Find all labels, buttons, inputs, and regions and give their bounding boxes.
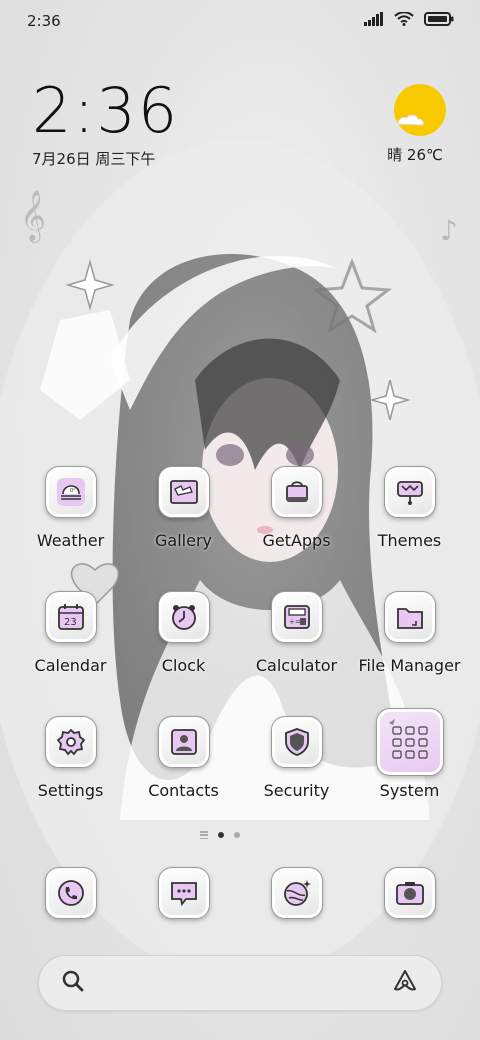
clock-widget[interactable]: 2:36 7月26日 周三下午 bbox=[32, 76, 179, 169]
app-label: GetApps bbox=[262, 531, 331, 550]
page-indicator[interactable] bbox=[200, 829, 280, 841]
contacts-icon bbox=[157, 716, 210, 768]
app-label: System bbox=[379, 781, 440, 800]
status-icons bbox=[364, 12, 454, 26]
app-label: Weather bbox=[36, 531, 105, 550]
gallery-icon bbox=[157, 466, 210, 518]
gear-icon bbox=[44, 716, 97, 768]
page-indicator-menu-icon bbox=[200, 831, 208, 839]
shield-icon bbox=[270, 716, 323, 768]
app-contacts[interactable]: Contacts bbox=[127, 716, 240, 841]
dock-messages[interactable] bbox=[127, 867, 240, 919]
camera-icon bbox=[383, 867, 436, 919]
weather-text: 晴 26℃ bbox=[387, 146, 443, 164]
app-calculator[interactable]: += Calculator bbox=[240, 591, 353, 716]
app-calendar[interactable]: 23 Calendar bbox=[14, 591, 127, 716]
app-label: Contacts bbox=[148, 781, 219, 800]
dock-camera[interactable] bbox=[353, 867, 466, 919]
app-label: Security bbox=[263, 781, 330, 800]
app-file-manager[interactable]: File Manager bbox=[353, 591, 466, 716]
folder-icon bbox=[383, 591, 436, 643]
svg-text:♪: ♪ bbox=[440, 214, 458, 247]
app-grid: 0° Weather Gallery GetApps Themes 23 Cal… bbox=[14, 466, 466, 841]
app-weather[interactable]: 0° Weather bbox=[14, 466, 127, 591]
app-label: Clock bbox=[161, 656, 206, 675]
status-time: 2:36 bbox=[27, 12, 61, 30]
app-themes[interactable]: Themes bbox=[353, 466, 466, 591]
clock-date: 7月26日 周三下午 bbox=[32, 150, 156, 168]
app-label: Calculator bbox=[255, 656, 338, 675]
calendar-icon: 23 bbox=[44, 591, 97, 643]
status-bar: 2:36 bbox=[0, 0, 480, 44]
calendar-day: 23 bbox=[64, 617, 77, 628]
calculator-icon: += bbox=[270, 591, 323, 643]
app-security[interactable]: Security bbox=[240, 716, 353, 841]
app-gallery[interactable]: Gallery bbox=[127, 466, 240, 591]
app-getapps[interactable]: GetApps bbox=[240, 466, 353, 591]
battery-icon bbox=[424, 12, 454, 26]
app-label: File Manager bbox=[358, 656, 461, 675]
app-label: Gallery bbox=[155, 531, 212, 550]
app-label: Calendar bbox=[34, 656, 107, 675]
themes-icon bbox=[383, 466, 436, 518]
search-icon[interactable] bbox=[61, 969, 85, 997]
getapps-icon bbox=[270, 466, 323, 518]
sun-cloud-icon bbox=[394, 84, 446, 136]
page-dot bbox=[234, 832, 240, 838]
phone-icon bbox=[44, 867, 97, 919]
svg-text:+=: += bbox=[289, 618, 301, 626]
clock-time: 2:36 bbox=[32, 74, 180, 147]
wifi-icon bbox=[394, 12, 414, 26]
assistant-icon[interactable] bbox=[391, 967, 419, 999]
clock-icon bbox=[157, 591, 210, 643]
svg-text:𝄞: 𝄞 bbox=[20, 190, 46, 243]
app-settings[interactable]: Settings bbox=[14, 716, 127, 841]
dock-browser[interactable] bbox=[240, 867, 353, 919]
weather-widget[interactable]: 晴 26℃ bbox=[387, 84, 450, 165]
svg-text:0°: 0° bbox=[70, 488, 76, 494]
signal-icon bbox=[364, 12, 383, 26]
page-dot-active bbox=[218, 832, 224, 838]
search-bar[interactable] bbox=[38, 955, 442, 1011]
app-label: Settings bbox=[37, 781, 104, 800]
browser-icon bbox=[270, 867, 323, 919]
system-folder-icon bbox=[375, 708, 444, 776]
app-system-folder[interactable]: System bbox=[353, 708, 466, 841]
app-label: Themes bbox=[377, 531, 442, 550]
dock-phone[interactable] bbox=[14, 867, 127, 919]
weather-icon: 0° bbox=[44, 466, 97, 518]
app-clock[interactable]: Clock bbox=[127, 591, 240, 716]
dock bbox=[14, 867, 466, 919]
messages-icon bbox=[157, 867, 210, 919]
